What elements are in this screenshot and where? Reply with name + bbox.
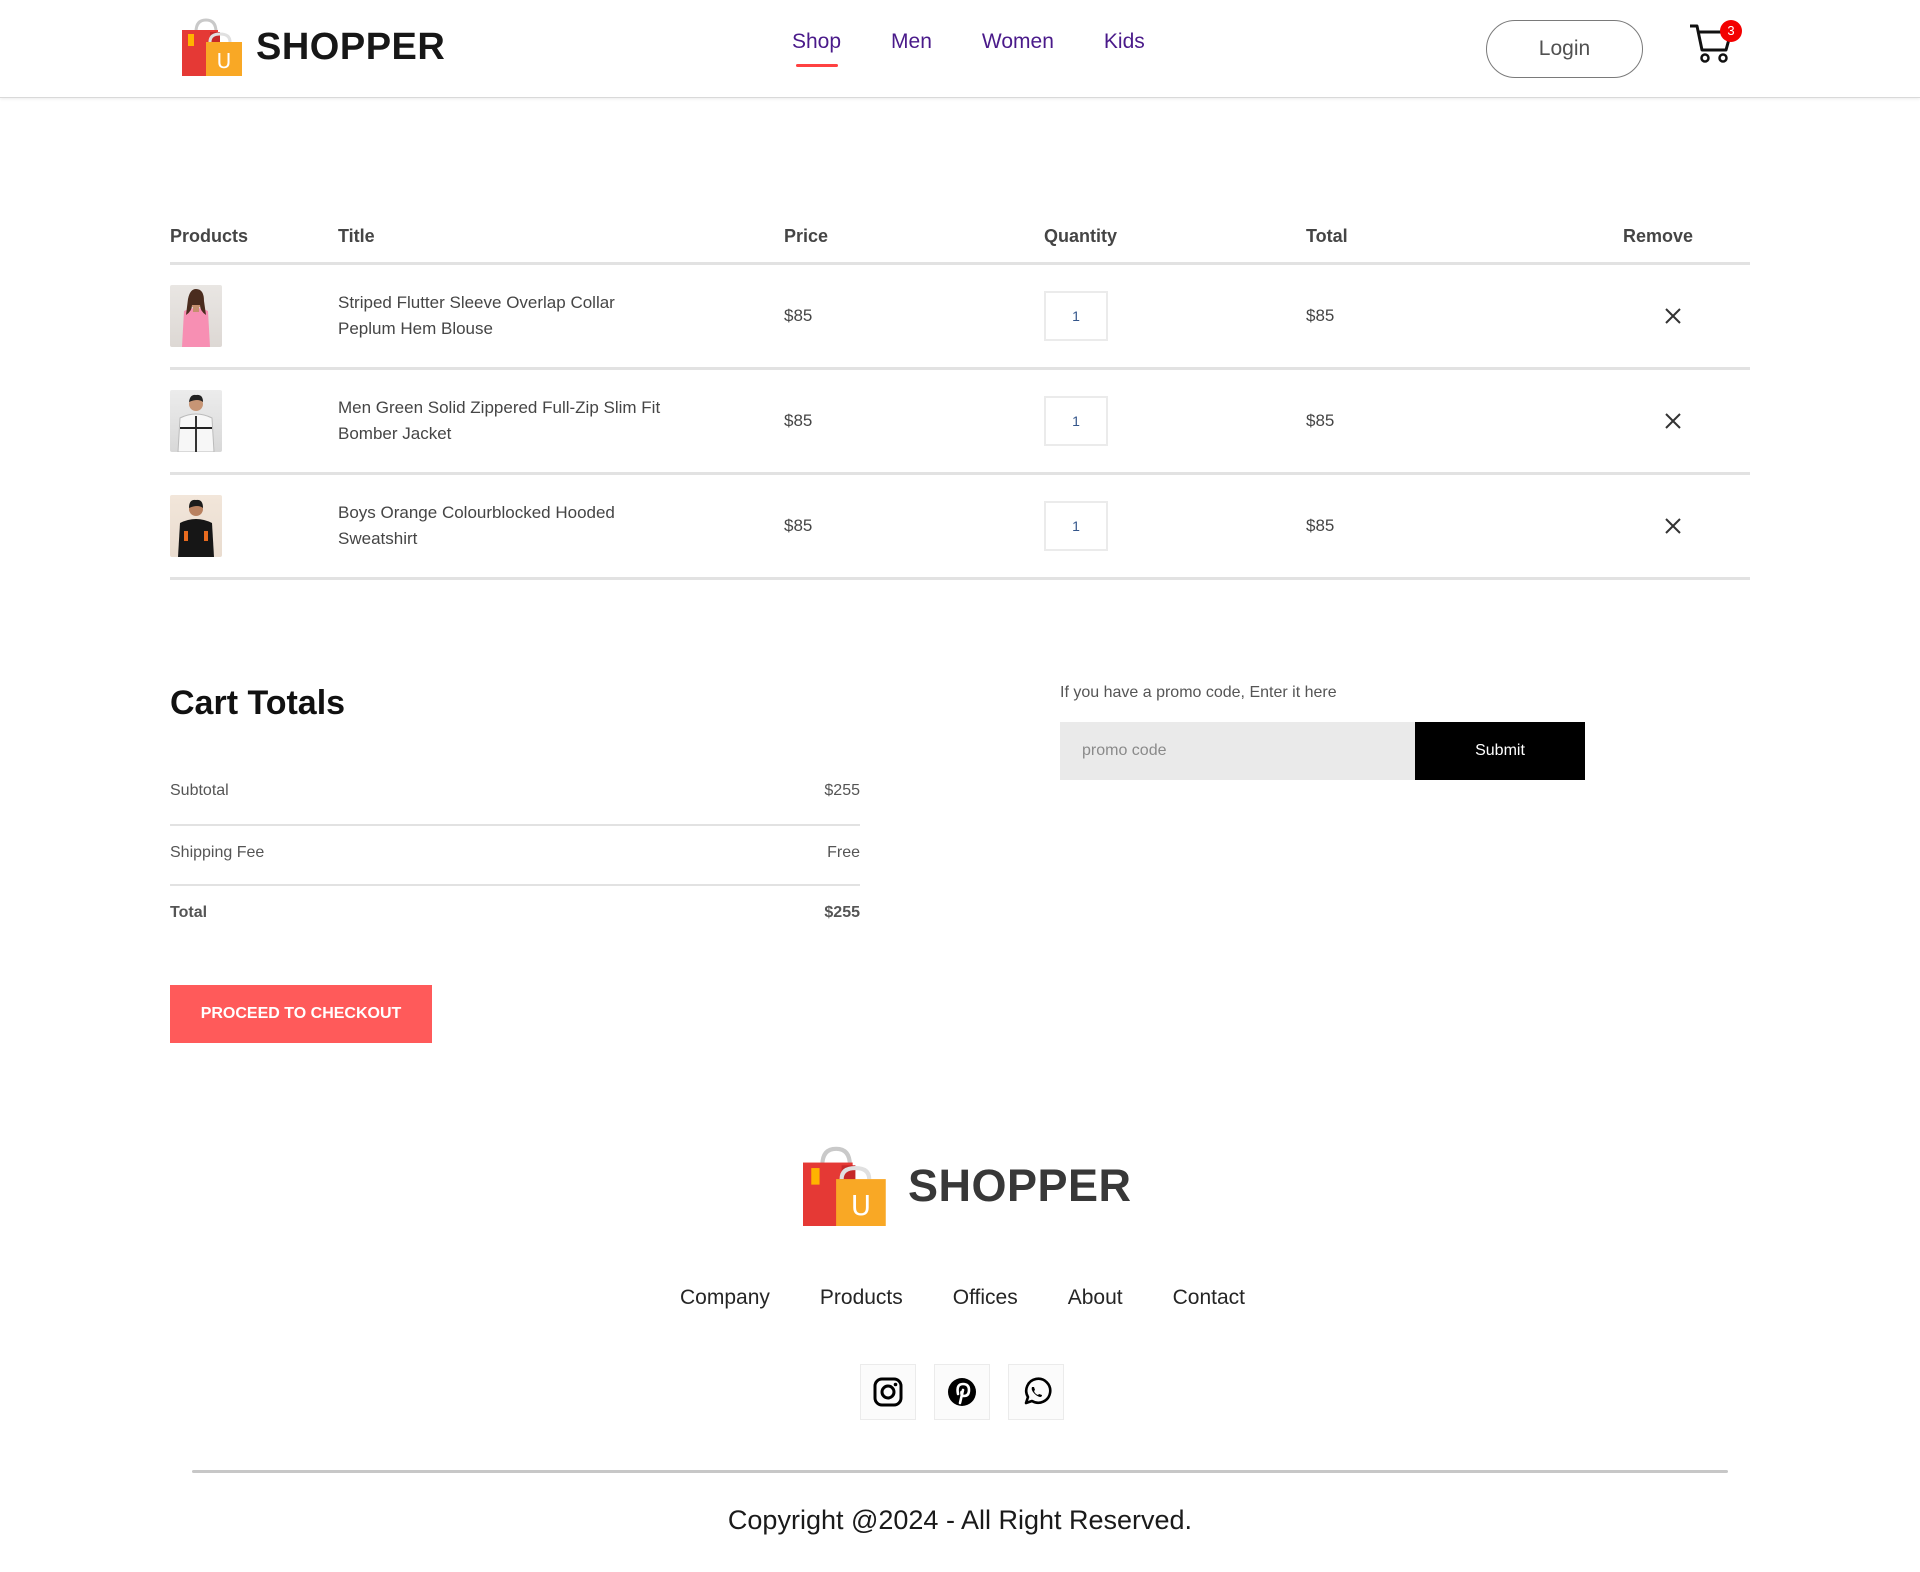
cart-row: Striped Flutter Sleeve Overlap Collar Pe… xyxy=(170,265,1750,367)
pinterest-icon xyxy=(948,1378,976,1406)
header-remove: Remove xyxy=(1622,225,1694,246)
promo-form: Submit xyxy=(1060,722,1585,780)
nav-item-kids[interactable]: Kids xyxy=(1079,30,1170,54)
shopping-bag-logo-icon: U xyxy=(182,18,242,76)
close-icon xyxy=(1665,308,1681,324)
promo-label: If you have a promo code, Enter it here xyxy=(1060,684,1337,701)
subtotal-row: Subtotal $255 xyxy=(170,782,860,812)
product-thumbnail[interactable] xyxy=(170,390,222,452)
instagram-button[interactable] xyxy=(860,1364,916,1420)
footer-links: Company Products Offices About Contact xyxy=(680,1286,1245,1310)
product-price: $85 xyxy=(784,516,813,535)
subtotal-label: Subtotal xyxy=(170,782,229,799)
product-price: $85 xyxy=(784,411,813,430)
active-indicator xyxy=(796,64,838,67)
shipping-value: Free xyxy=(827,844,860,861)
pinterest-button[interactable] xyxy=(934,1364,990,1420)
product-title-line1: Men Green Solid Zippered Full-Zip Slim F… xyxy=(338,398,661,417)
divider xyxy=(170,577,1750,580)
product-title[interactable]: Men Green Solid Zippered Full-Zip Slim F… xyxy=(338,395,784,447)
login-button[interactable]: Login xyxy=(1486,20,1643,78)
nav-item-label: Shop xyxy=(792,30,842,53)
promo-code-input[interactable] xyxy=(1060,722,1415,780)
product-total: $85 xyxy=(1306,411,1335,430)
footer-link-about[interactable]: About xyxy=(1068,1286,1123,1310)
nav-menu: Shop Men Women Kids xyxy=(792,30,1170,67)
close-icon xyxy=(1665,518,1681,534)
header-price: Price xyxy=(784,225,829,246)
svg-text:U: U xyxy=(217,49,232,73)
shipping-row: Shipping Fee Free xyxy=(170,844,860,872)
quantity-field[interactable]: 1 xyxy=(1044,396,1108,446)
product-title[interactable]: Boys Orange Colourblocked Hooded Sweatsh… xyxy=(338,500,784,552)
shopping-bag-logo-icon: U xyxy=(803,1146,886,1226)
cart-totals: Cart Totals Subtotal $255 Shipping Fee F… xyxy=(170,684,860,934)
header-products: Products xyxy=(170,225,249,246)
nav-item-label: Women xyxy=(981,30,1054,53)
remove-button[interactable] xyxy=(1566,413,1750,429)
nav-item-women[interactable]: Women xyxy=(957,30,1079,54)
whatsapp-icon xyxy=(1024,1377,1052,1405)
total-label: Total xyxy=(170,904,208,921)
total-value: $255 xyxy=(824,904,860,921)
product-thumbnail[interactable] xyxy=(170,495,222,557)
nav-item-men[interactable]: Men xyxy=(866,30,957,54)
close-icon xyxy=(1665,413,1681,429)
product-title-line1: Boys Orange Colourblocked Hooded xyxy=(338,503,615,522)
svg-text:U: U xyxy=(851,1189,871,1222)
cart-items: Products Title Price Quantity Total Remo… xyxy=(170,210,1750,580)
subtotal-value: $255 xyxy=(824,782,860,799)
nav-item-label: Kids xyxy=(1103,30,1145,53)
product-image xyxy=(177,394,215,452)
quantity-field[interactable]: 1 xyxy=(1044,291,1108,341)
product-image xyxy=(182,289,210,347)
proceed-to-checkout-button[interactable]: PROCEED TO CHECKOUT xyxy=(170,985,432,1043)
header-title: Title xyxy=(338,225,375,246)
product-total: $85 xyxy=(1306,516,1335,535)
product-title-line2: Peplum Hem Blouse xyxy=(338,319,493,338)
promo-section: If you have a promo code, Enter it here … xyxy=(1060,684,1590,780)
product-title[interactable]: Striped Flutter Sleeve Overlap Collar Pe… xyxy=(338,290,784,342)
cart-row: Men Green Solid Zippered Full-Zip Slim F… xyxy=(170,370,1750,472)
product-total: $85 xyxy=(1306,306,1335,325)
nav-brand-name: SHOPPER xyxy=(256,25,446,68)
cart-button[interactable]: 3 xyxy=(1688,20,1744,70)
header-total: Total xyxy=(1306,225,1348,246)
nav-item-shop[interactable]: Shop xyxy=(792,30,866,67)
nav-item-label: Men xyxy=(891,30,932,53)
footer-logo[interactable]: U SHOPPER xyxy=(800,1146,1132,1226)
nav-logo[interactable]: U SHOPPER xyxy=(180,18,445,76)
cart-count-badge: 3 xyxy=(1720,20,1742,42)
cart-row: Boys Orange Colourblocked Hooded Sweatsh… xyxy=(170,475,1750,577)
header-quantity: Quantity xyxy=(1044,225,1118,246)
product-image xyxy=(178,499,214,557)
social-links xyxy=(860,1364,1064,1420)
quantity-field[interactable]: 1 xyxy=(1044,501,1108,551)
cart-table-header: Products Title Price Quantity Total Remo… xyxy=(170,210,1750,262)
footer-link-products[interactable]: Products xyxy=(820,1286,903,1310)
product-price: $85 xyxy=(784,306,813,325)
footer-brand-name: SHOPPER xyxy=(908,1160,1132,1211)
footer-link-offices[interactable]: Offices xyxy=(953,1286,1018,1310)
navbar: U SHOPPER Shop Men Women Kids Login 3 xyxy=(0,0,1920,98)
cart-totals-heading: Cart Totals xyxy=(170,684,346,722)
shipping-label: Shipping Fee xyxy=(170,844,265,861)
product-title-line1: Striped Flutter Sleeve Overlap Collar xyxy=(338,293,615,312)
product-title-line2: Bomber Jacket xyxy=(338,424,452,443)
total-row: Total $255 xyxy=(170,904,860,934)
remove-button[interactable] xyxy=(1566,518,1750,534)
footer-link-company[interactable]: Company xyxy=(680,1286,770,1310)
footer-link-contact[interactable]: Contact xyxy=(1173,1286,1245,1310)
promo-submit-button[interactable]: Submit xyxy=(1415,722,1585,780)
product-thumbnail[interactable] xyxy=(170,285,222,347)
instagram-icon xyxy=(873,1377,903,1407)
remove-button[interactable] xyxy=(1566,308,1750,324)
footer-divider xyxy=(192,1470,1728,1473)
product-title-line2: Sweatshirt xyxy=(338,529,418,548)
copyright-text: Copyright @2024 - All Right Reserved. xyxy=(727,1505,1193,1535)
whatsapp-button[interactable] xyxy=(1008,1364,1064,1420)
